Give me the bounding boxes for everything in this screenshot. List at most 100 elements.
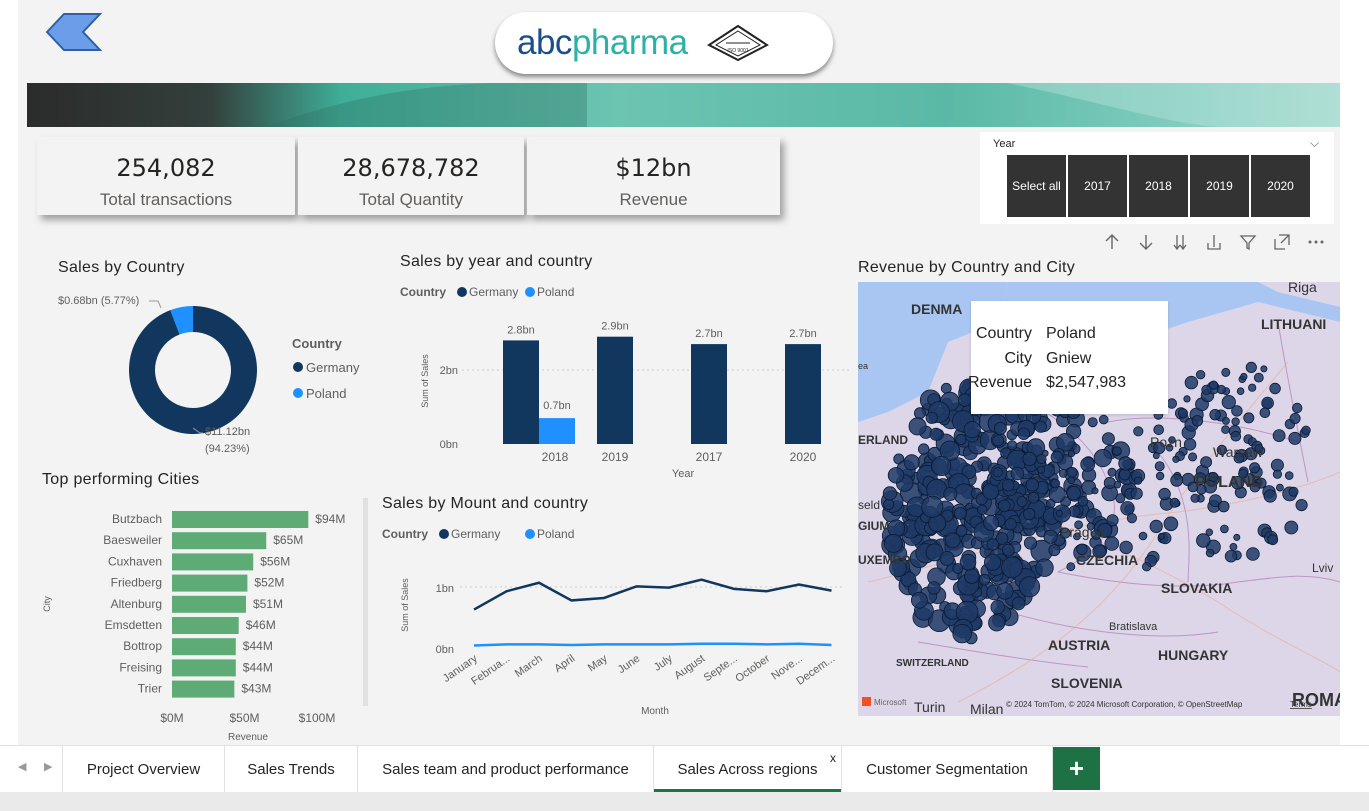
city-bubble[interactable]	[1022, 451, 1037, 466]
city-bubble[interactable]	[1034, 420, 1047, 433]
top-cities-chart[interactable]: City Butzbach $94M Baesweiler $65M Cuxhaven $…	[36, 500, 366, 745]
city-bubble[interactable]	[1269, 382, 1281, 395]
sort-up-icon[interactable]	[1098, 228, 1126, 256]
city-bubble[interactable]	[1050, 450, 1064, 464]
city-bubble[interactable]	[1275, 483, 1284, 492]
kpi-card-transactions[interactable]: 254,082 Total transactions	[37, 137, 295, 215]
city-bubble[interactable]	[903, 454, 920, 471]
city-bubble[interactable]	[1196, 533, 1211, 548]
city-bubble[interactable]	[1066, 467, 1078, 478]
filter-icon[interactable]	[1234, 228, 1262, 256]
sort-down-icon[interactable]	[1132, 228, 1160, 256]
city-bubble[interactable]	[1087, 417, 1098, 428]
city-bubble[interactable]	[1152, 452, 1160, 460]
city-bubble[interactable]	[1288, 431, 1302, 445]
city-bubble[interactable]	[925, 411, 938, 424]
city-bubble[interactable]	[1163, 516, 1179, 532]
city-bubble[interactable]	[1149, 519, 1163, 533]
city-bubble[interactable]	[1230, 430, 1242, 442]
line-marks[interactable]: JanuaryFebrua... March April May June JulyAug…	[441, 578, 837, 688]
city-bubble[interactable]	[931, 455, 952, 476]
city-bubble[interactable]	[1104, 536, 1120, 551]
city-bar-bottrop[interactable]	[172, 638, 236, 656]
visual-scrollbar[interactable]	[363, 498, 368, 706]
tab-customer-segmentation[interactable]: Customer Segmentation	[841, 746, 1053, 792]
city-bubble[interactable]	[1130, 487, 1143, 500]
city-bubble[interactable]	[1272, 469, 1282, 479]
city-bubble[interactable]	[1112, 446, 1122, 456]
city-bubble[interactable]	[1055, 509, 1063, 517]
city-bubble[interactable]	[1011, 596, 1026, 611]
city-bubble[interactable]	[1295, 499, 1308, 512]
city-bubble[interactable]	[1154, 461, 1165, 472]
city-bubble[interactable]	[958, 393, 972, 407]
city-bubble[interactable]	[1249, 462, 1261, 474]
city-bubble[interactable]	[1113, 480, 1122, 489]
line-series-germany[interactable]	[473, 578, 832, 611]
map-terms-link[interactable]: Terms	[1290, 700, 1312, 709]
city-bubble[interactable]	[883, 498, 895, 510]
city-bubble[interactable]	[1118, 468, 1131, 481]
bar-germany-2017[interactable]	[691, 344, 727, 444]
city-bubble[interactable]	[943, 486, 958, 501]
city-bubble[interactable]	[929, 427, 943, 441]
city-bubble[interactable]	[1183, 438, 1197, 451]
city-bubble[interactable]	[1048, 544, 1061, 557]
city-bubble[interactable]	[1066, 562, 1076, 572]
city-bar-baesweiler[interactable]	[172, 532, 267, 550]
city-bubble[interactable]	[993, 421, 1007, 435]
city-bubble[interactable]	[921, 495, 944, 518]
city-bubble[interactable]	[1261, 396, 1274, 410]
city-bubble[interactable]	[986, 538, 999, 551]
tab-sales-trends[interactable]: Sales Trends	[224, 746, 357, 792]
city-bubble[interactable]	[1169, 497, 1180, 508]
city-bubble[interactable]	[1172, 455, 1180, 463]
city-bubble[interactable]	[944, 532, 961, 549]
city-bubble[interactable]	[998, 499, 1011, 513]
city-bubble[interactable]	[952, 623, 972, 644]
city-bubble[interactable]	[1245, 361, 1257, 374]
slicer-option-2017[interactable]: 2017	[1068, 155, 1127, 217]
city-bar-emsdetten[interactable]	[172, 617, 239, 634]
city-bubble[interactable]	[1236, 387, 1245, 395]
kpi-card-revenue[interactable]: $12bn Revenue	[527, 137, 780, 215]
city-bubble[interactable]	[1246, 547, 1260, 561]
city-bubble[interactable]	[1272, 429, 1286, 443]
city-bubble[interactable]	[1263, 489, 1277, 503]
city-bubble[interactable]	[1001, 478, 1015, 492]
city-bubble[interactable]	[1188, 452, 1198, 462]
city-bubble[interactable]	[1200, 456, 1213, 469]
bar-germany-2020[interactable]	[785, 344, 821, 444]
city-bubble[interactable]	[1195, 369, 1206, 380]
city-bubble[interactable]	[1007, 440, 1018, 451]
donut-slice-germany[interactable]	[129, 306, 257, 434]
city-bubble[interactable]	[1216, 384, 1226, 395]
city-bubble[interactable]	[1002, 543, 1015, 557]
city-bubble[interactable]	[1222, 416, 1230, 425]
city-bubble[interactable]	[1205, 548, 1215, 558]
city-bubble[interactable]	[1259, 407, 1271, 419]
city-bubble[interactable]	[1066, 485, 1081, 501]
city-bubble[interactable]	[1155, 471, 1165, 481]
city-bubble[interactable]	[1067, 476, 1076, 485]
slicer-option-2018[interactable]: 2018	[1129, 155, 1188, 217]
sales-by-year-chart[interactable]: Country Germany Poland Sum of Sales 2bn …	[392, 278, 852, 483]
city-bar-cuxhaven[interactable]	[172, 553, 254, 571]
city-bar-trier[interactable]	[172, 680, 235, 698]
city-bubble[interactable]	[917, 443, 930, 455]
city-bubble[interactable]	[1221, 367, 1231, 377]
focus-mode-icon[interactable]	[1268, 228, 1296, 256]
city-bubble[interactable]	[1183, 395, 1191, 403]
city-bubble[interactable]	[1050, 478, 1061, 489]
drill-down-icon[interactable]	[1200, 228, 1228, 256]
city-bubble[interactable]	[1289, 412, 1301, 424]
slicer-option-2020[interactable]: 2020	[1251, 155, 1310, 217]
city-bubble[interactable]	[1118, 456, 1133, 471]
city-bubble[interactable]	[1058, 468, 1068, 478]
city-bubble[interactable]	[977, 504, 988, 516]
city-bubble[interactable]	[1001, 556, 1023, 579]
city-bubble[interactable]	[1077, 496, 1089, 507]
city-bubble[interactable]	[1220, 524, 1229, 534]
city-bubble[interactable]	[1023, 507, 1036, 521]
city-bubble[interactable]	[927, 581, 941, 595]
